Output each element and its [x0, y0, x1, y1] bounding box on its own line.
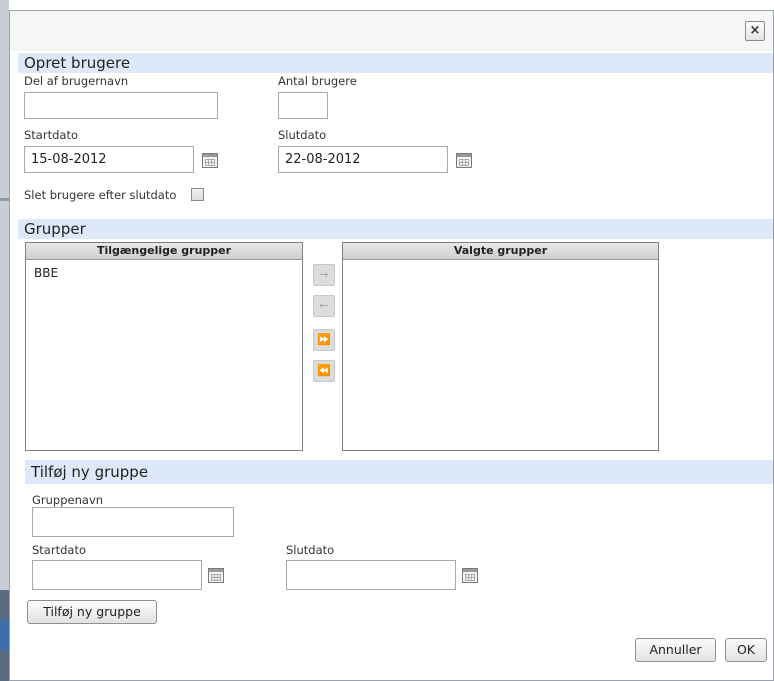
calendar-icon[interactable] — [462, 568, 478, 583]
startdato-input[interactable] — [24, 146, 194, 173]
move-all-right-icon[interactable]: ⏩ — [313, 329, 335, 351]
slet-brugere-label: Slet brugere efter slutdato — [24, 188, 177, 202]
slet-brugere-checkbox[interactable] — [191, 188, 204, 201]
del-af-brugernavn-label: Del af brugernavn — [24, 74, 129, 88]
gruppenavn-input[interactable] — [32, 507, 234, 537]
calendar-icon[interactable] — [456, 153, 472, 168]
create-users-dialog: × Opret brugere Del af brugernavn Antal … — [9, 10, 774, 681]
section-header-opret-brugere: Opret brugere — [18, 53, 773, 73]
cancel-button[interactable]: Annuller — [635, 638, 716, 662]
selected-groups-header: Valgte grupper — [343, 243, 658, 260]
section-header-grupper: Grupper — [18, 219, 773, 239]
calendar-icon[interactable] — [202, 153, 218, 168]
selected-groups-list[interactable]: Valgte grupper — [342, 242, 659, 451]
startdato-label: Startdato — [24, 128, 78, 142]
ok-button[interactable]: OK — [725, 638, 767, 662]
calendar-icon[interactable] — [208, 568, 224, 583]
list-item[interactable]: BBE — [26, 260, 302, 280]
move-right-icon[interactable]: → — [313, 264, 335, 286]
slutdato-label: Slutdato — [278, 128, 327, 142]
ny-startdato-input[interactable] — [32, 560, 202, 590]
add-group-button[interactable]: Tilføj ny gruppe — [27, 600, 157, 624]
antal-brugere-input[interactable] — [278, 92, 328, 119]
del-af-brugernavn-input[interactable] — [24, 92, 218, 119]
backdrop-line — [0, 198, 9, 201]
section-header-tilfoej-ny-gruppe: Tilføj ny gruppe — [25, 460, 773, 484]
gruppenavn-label: Gruppenavn — [32, 493, 104, 507]
slutdato-input[interactable] — [278, 146, 448, 173]
ny-startdato-label: Startdato — [32, 543, 86, 557]
close-icon[interactable]: × — [745, 21, 765, 41]
dialog-titlebar: × — [10, 11, 773, 51]
page-backdrop — [0, 0, 9, 681]
antal-brugere-label: Antal brugere — [278, 74, 357, 88]
ny-slutdato-input[interactable] — [286, 560, 456, 590]
move-left-icon[interactable]: ← — [313, 295, 335, 317]
backdrop-highlight — [0, 620, 9, 650]
ny-slutdato-label: Slutdato — [286, 543, 335, 557]
available-groups-list[interactable]: Tilgængelige grupper BBE — [25, 242, 303, 451]
move-all-left-icon[interactable]: ⏪ — [313, 360, 335, 382]
available-groups-header: Tilgængelige grupper — [26, 243, 302, 260]
